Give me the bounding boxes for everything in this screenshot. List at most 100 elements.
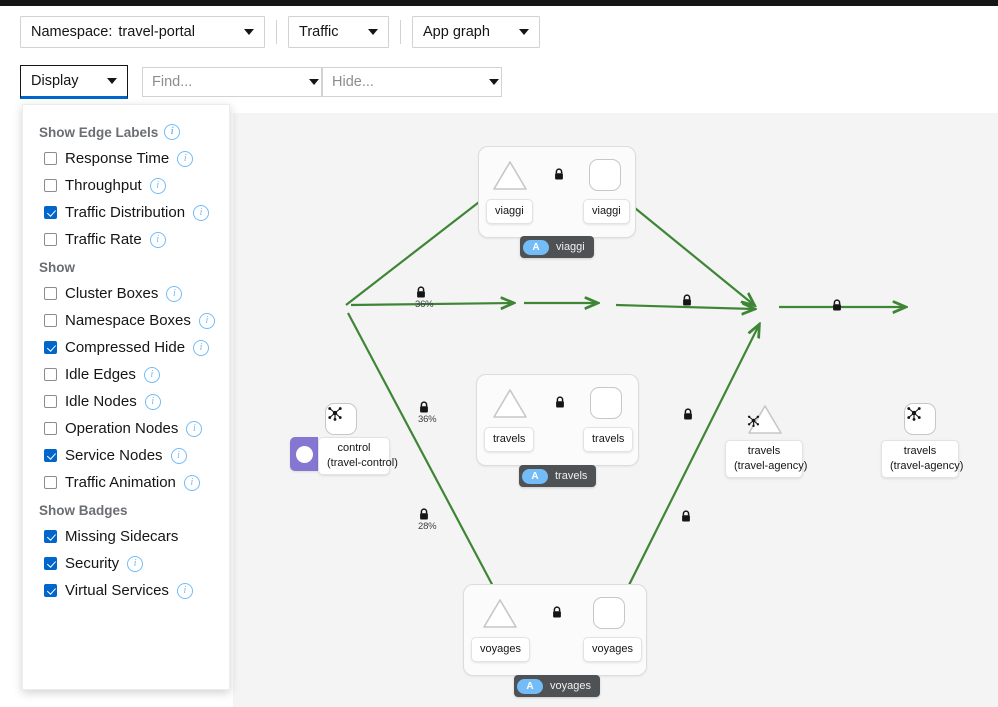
- checkbox[interactable]: [44, 530, 57, 543]
- display-option-label: Missing Sidecars: [65, 528, 178, 545]
- display-menu-group-label: Show Badges: [39, 503, 128, 518]
- chevron-down-icon[interactable]: [489, 79, 499, 85]
- lock-icon: [554, 396, 566, 409]
- chevron-down-icon[interactable]: [309, 79, 319, 85]
- info-icon[interactable]: i: [186, 421, 202, 437]
- traffic-selector-label: Traffic: [299, 24, 338, 40]
- display-option-label: Traffic Rate: [65, 231, 142, 248]
- info-icon[interactable]: i: [177, 151, 193, 167]
- edge-label-to-travels[interactable]: 36%: [418, 401, 436, 425]
- node-viaggi-app[interactable]: [589, 159, 621, 191]
- checkbox[interactable]: [44, 395, 57, 408]
- group-badge-viaggi[interactable]: A viaggi: [520, 236, 594, 258]
- node-label-agency-app[interactable]: travels (travel-agency): [881, 440, 959, 478]
- checkbox[interactable]: [44, 179, 57, 192]
- group-badge-travels[interactable]: A travels: [519, 465, 596, 487]
- checkbox[interactable]: [44, 584, 57, 597]
- graph-canvas[interactable]: viaggi viaggi A viaggi travels travels A…: [233, 113, 998, 707]
- edge-label-to-viaggi[interactable]: 36%: [415, 286, 433, 310]
- info-icon[interactable]: i: [199, 313, 215, 329]
- node-agency-app[interactable]: [904, 403, 936, 435]
- find-input[interactable]: [143, 69, 309, 95]
- node-control[interactable]: [325, 403, 357, 435]
- checkbox[interactable]: [44, 557, 57, 570]
- display-option-missing-sidecars[interactable]: Missing Sidecars: [23, 523, 229, 550]
- node-label-travels-service[interactable]: travels: [484, 427, 534, 452]
- find-typeahead[interactable]: [142, 67, 322, 97]
- group-badge-voyages[interactable]: A voyages: [514, 675, 600, 697]
- display-option-virtual-services[interactable]: Virtual Servicesi: [23, 577, 229, 604]
- info-icon[interactable]: i: [171, 448, 187, 464]
- checkbox[interactable]: [44, 287, 57, 300]
- display-option-throughput[interactable]: Throughputi: [23, 172, 229, 199]
- display-option-traffic-distribution[interactable]: Traffic Distribution i: [23, 199, 229, 226]
- info-icon[interactable]: i: [150, 178, 166, 194]
- node-label-agency-service[interactable]: travels (travel-agency): [725, 440, 803, 478]
- display-menu-group-title: Show: [23, 253, 229, 280]
- node-travels-service[interactable]: [491, 387, 529, 421]
- namespace-selector-label: Namespace:: [31, 24, 112, 40]
- traffic-selector[interactable]: Traffic: [288, 16, 389, 48]
- hide-typeahead[interactable]: [322, 67, 502, 97]
- node-label-viaggi-app[interactable]: viaggi: [583, 199, 630, 224]
- edge-label-viaggi-to-agency[interactable]: [681, 294, 693, 307]
- edge-label-agency-to-app[interactable]: [831, 299, 843, 312]
- node-label-text: travels: [493, 433, 525, 445]
- node-voyages-app[interactable]: [593, 597, 625, 629]
- info-icon[interactable]: i: [145, 394, 161, 410]
- info-icon[interactable]: i: [193, 340, 209, 356]
- namespace-selector[interactable]: Namespace: travel-portal: [20, 16, 265, 48]
- checkbox[interactable]: [44, 206, 57, 219]
- edge-label-voyages-to-agency[interactable]: [680, 510, 692, 523]
- hide-input[interactable]: [323, 69, 489, 95]
- display-option-cluster-boxes[interactable]: Cluster Boxesi: [23, 280, 229, 307]
- checkbox[interactable]: [44, 449, 57, 462]
- display-option-traffic-rate[interactable]: Traffic Rate i: [23, 226, 229, 253]
- display-option-namespace-boxes[interactable]: Namespace Boxesi: [23, 307, 229, 334]
- display-option-idle-nodes[interactable]: Idle Nodesi: [23, 388, 229, 415]
- node-travels-app[interactable]: [590, 387, 622, 419]
- checkbox[interactable]: [44, 314, 57, 327]
- display-option-security[interactable]: Securityi: [23, 550, 229, 577]
- display-option-response-time[interactable]: Response Timei: [23, 145, 229, 172]
- node-agency-service[interactable]: [746, 403, 784, 437]
- checkbox[interactable]: [44, 422, 57, 435]
- info-icon[interactable]: i: [150, 232, 166, 248]
- edge-label-voyages-internal[interactable]: [551, 606, 563, 619]
- info-icon[interactable]: i: [166, 286, 182, 302]
- checkbox[interactable]: [44, 368, 57, 381]
- display-option-compressed-hide[interactable]: Compressed Hidei: [23, 334, 229, 361]
- node-label-viaggi-service[interactable]: viaggi: [486, 199, 533, 224]
- edge-label-travels-internal[interactable]: [554, 396, 566, 409]
- checkbox[interactable]: [44, 233, 57, 246]
- node-label-voyages-app[interactable]: voyages: [583, 637, 642, 662]
- checkbox[interactable]: [44, 341, 57, 354]
- edge-label-viaggi-internal[interactable]: [553, 168, 565, 181]
- virtual-service-badge-control[interactable]: [290, 437, 318, 471]
- info-icon[interactable]: i: [144, 367, 160, 383]
- chevron-down-icon: [368, 29, 378, 35]
- info-icon[interactable]: i: [127, 556, 143, 572]
- node-voyages-service[interactable]: [481, 597, 519, 631]
- display-option-service-nodes[interactable]: Service Nodesi: [23, 442, 229, 469]
- node-sublabel-text: (travel-agency): [734, 459, 794, 474]
- info-icon[interactable]: i: [164, 124, 180, 140]
- checkbox[interactable]: [44, 152, 57, 165]
- checkbox[interactable]: [44, 476, 57, 489]
- node-label-voyages-service[interactable]: voyages: [471, 637, 530, 662]
- info-icon[interactable]: i: [193, 205, 209, 221]
- node-label-control[interactable]: control (travel-control): [318, 437, 390, 475]
- node-viaggi-service[interactable]: [491, 159, 529, 193]
- graph-type-selector[interactable]: App graph: [412, 16, 540, 48]
- info-icon[interactable]: i: [177, 583, 193, 599]
- display-option-label: Traffic Distribution: [65, 204, 185, 221]
- display-option-operation-nodes[interactable]: Operation Nodesi: [23, 415, 229, 442]
- display-option-traffic-animation[interactable]: Traffic Animationi: [23, 469, 229, 496]
- edge-label-travels-to-agency[interactable]: [682, 408, 694, 421]
- display-menu-button[interactable]: Display: [20, 65, 128, 99]
- edge-label-to-voyages[interactable]: 28%: [418, 508, 436, 532]
- display-option-idle-edges[interactable]: Idle Edgesi: [23, 361, 229, 388]
- node-label-travels-app[interactable]: travels: [583, 427, 633, 452]
- info-icon[interactable]: i: [184, 475, 200, 491]
- node-label-text: viaggi: [592, 205, 621, 217]
